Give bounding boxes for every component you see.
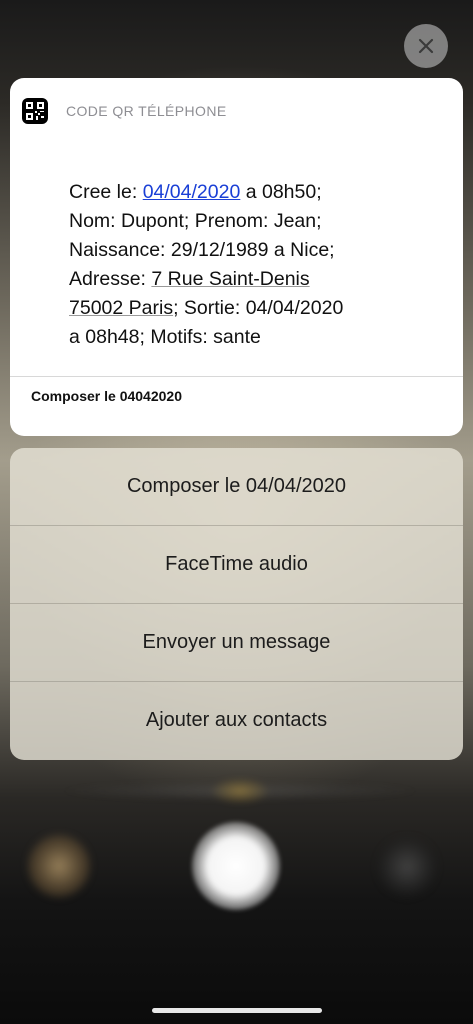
home-indicator[interactable] bbox=[152, 1008, 322, 1013]
close-icon bbox=[418, 38, 434, 54]
camera-flip-button bbox=[378, 838, 436, 896]
reason-line: a 08h48; Motifs: sante bbox=[69, 326, 261, 348]
qr-notification-card[interactable]: CODE QR TÉLÉPHONE Cree le: 04/04/2020 a … bbox=[10, 78, 463, 436]
close-button[interactable] bbox=[404, 24, 448, 68]
created-date-link[interactable]: 04/04/2020 bbox=[143, 181, 241, 203]
divider bbox=[10, 376, 463, 377]
photo-thumbnail bbox=[28, 835, 90, 897]
menu-item-add-contact[interactable]: Ajouter aux contacts bbox=[10, 682, 463, 759]
menu-item-call[interactable]: Composer le 04/04/2020 bbox=[10, 448, 463, 526]
address-link-line1[interactable]: 7 Rue Saint-Denis bbox=[151, 268, 309, 290]
notification-header: CODE QR TÉLÉPHONE bbox=[22, 98, 227, 124]
shutter-button bbox=[192, 822, 280, 910]
name-line: Nom: Dupont; Prenom: Jean; bbox=[69, 210, 322, 232]
birth-line: Naissance: 29/12/1989 a Nice; bbox=[69, 239, 335, 261]
address-label: Adresse: bbox=[69, 268, 152, 290]
compose-action-footer[interactable]: Composer le 04042020 bbox=[31, 388, 182, 404]
camera-mode-selector bbox=[40, 778, 440, 804]
created-time: a 08h50; bbox=[240, 181, 322, 203]
app-name: CODE QR TÉLÉPHONE bbox=[66, 103, 227, 119]
address-link-line2[interactable]: 75002 Paris bbox=[69, 297, 173, 319]
menu-item-facetime-audio[interactable]: FaceTime audio bbox=[10, 526, 463, 604]
exit-line: ; Sortie: 04/04/2020 bbox=[173, 297, 344, 319]
created-label: Cree le: bbox=[69, 181, 143, 203]
qr-content-text: Cree le: 04/04/2020 a 08h50; Nom: Dupont… bbox=[69, 178, 429, 352]
action-menu: Composer le 04/04/2020 FaceTime audio En… bbox=[10, 448, 463, 760]
qr-code-icon bbox=[22, 98, 48, 124]
menu-item-send-message[interactable]: Envoyer un message bbox=[10, 604, 463, 682]
